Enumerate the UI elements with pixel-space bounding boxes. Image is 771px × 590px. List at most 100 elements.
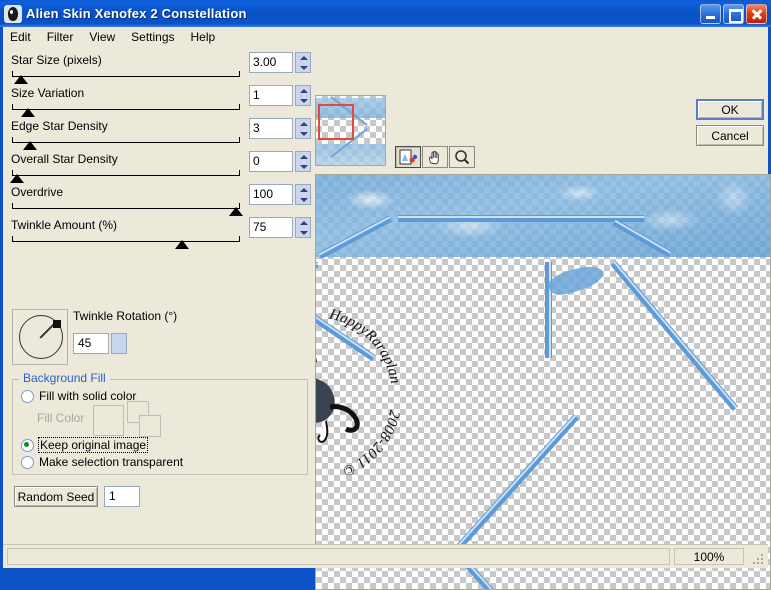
watermark-name-top: HappyRaraplan [327,306,404,384]
slider-track[interactable] [12,236,240,242]
slider-label: Overall Star Density [11,152,118,166]
radio-icon[interactable] [21,438,34,452]
title-bar: Alien Skin Xenofex 2 Constellation [0,0,771,27]
slider-thumb[interactable] [14,75,28,84]
status-bar: 100% [3,544,768,568]
fill-color-swatch-primary[interactable] [93,405,124,436]
alien-head-icon [4,4,22,23]
spinner-down-icon[interactable] [296,129,310,139]
minimize-button[interactable] [700,3,721,24]
menu-item-filter[interactable]: Filter [47,28,83,46]
fill-color-label: Fill Color [37,411,85,425]
window-title: Alien Skin Xenofex 2 Constellation [26,6,247,21]
fill-color-swatch-tertiary[interactable] [139,415,161,437]
zoom-magnifier-icon[interactable] [449,146,475,168]
slider-value-input[interactable]: 1 [249,85,293,106]
radio-label: Keep original image [37,437,149,453]
random-seed-button[interactable]: Random Seed [14,486,98,507]
cancel-button[interactable]: Cancel [696,125,764,146]
slider-spinner[interactable] [295,151,311,172]
slider-label: Star Size (pixels) [11,53,102,67]
slider-label: Size Variation [11,86,85,100]
spinner-down-icon[interactable] [296,228,310,238]
slider-spinner[interactable] [295,52,311,73]
radio-fill-with-solid-color[interactable]: Fill with solid color [21,389,136,403]
slider-spinner[interactable] [295,217,311,238]
slider-value-input[interactable]: 100 [249,184,293,205]
radio-label: Fill with solid color [39,389,137,403]
pan-hand-icon[interactable] [422,146,448,168]
close-button[interactable] [746,3,767,24]
slider-star-size: Star Size (pixels) 3.00 [3,52,313,86]
spinner-up-icon[interactable] [296,152,310,162]
background-fill-title: Background Fill [19,371,110,385]
menu-item-edit[interactable]: Edit [10,28,40,46]
slider-size-variation: Size Variation 1 [3,85,313,119]
spinner-up-icon[interactable] [296,119,310,129]
slider-thumb[interactable] [10,174,24,183]
radio-icon[interactable] [21,389,34,403]
maximize-icon [724,5,743,23]
slider-spinner[interactable] [295,184,311,205]
twinkle-rotation-spinner[interactable] [111,333,127,354]
radio-make-selection-transparent[interactable]: Make selection transparent [21,455,183,469]
twinkle-rotation-dial[interactable] [12,309,68,365]
close-icon [747,5,766,23]
slider-track[interactable] [12,170,240,176]
slider-value-input[interactable]: 3 [249,118,293,139]
minimize-icon [701,5,720,23]
maximize-button[interactable] [723,3,744,24]
slider-thumb[interactable] [23,141,37,150]
navigator-selection-rect[interactable] [318,104,354,140]
radio-icon[interactable] [21,455,34,469]
preview-compare-icon[interactable] [395,146,421,168]
svg-text:HappyRaraplan: HappyRaraplan [327,306,404,384]
slider-value-input[interactable]: 0 [249,151,293,172]
slider-value-input[interactable]: 3.00 [249,52,293,73]
menu-item-help[interactable]: Help [191,28,225,46]
resize-grip[interactable] [748,549,764,565]
menu-item-settings[interactable]: Settings [131,28,183,46]
slider-track[interactable] [12,203,240,209]
dial-handle[interactable] [53,320,61,328]
slider-twinkle-amount: Twinkle Amount (%) 75 [3,217,313,251]
slider-thumb[interactable] [21,108,35,117]
slider-label: Overdrive [11,185,64,199]
twinkle-rotation-input[interactable]: 45 [73,333,109,354]
spinner-up-icon[interactable] [296,53,310,63]
application-window: Alien Skin Xenofex 2 Constellation Edit … [0,0,771,590]
spinner-down-icon[interactable] [296,195,310,205]
slider-thumb[interactable] [175,240,189,249]
spinner-up-icon[interactable] [296,86,310,96]
menu-bar: Edit Filter View Settings Help [3,27,768,47]
watermark-years-bottom: 2008-2011 © [340,409,402,479]
slider-overall-star-density: Overall Star Density 0 [3,151,313,185]
slider-label: Twinkle Amount (%) [11,218,118,232]
slider-track[interactable] [12,104,240,110]
client-area: Star Size (pixels) 3.00 Size Variation 1… [3,47,771,590]
slider-thumb[interactable] [229,207,243,216]
image-preview[interactable]: © 2008-2011 HappyRaraplan 2008-2011 © Ha… [315,174,771,590]
ok-button[interactable]: OK [696,99,764,120]
slider-spinner[interactable] [295,85,311,106]
slider-label: Edge Star Density [11,119,108,133]
spinner-down-icon[interactable] [296,63,310,73]
menu-item-view[interactable]: View [89,28,124,46]
spinner-down-icon[interactable] [296,96,310,106]
slider-overdrive: Overdrive 100 [3,184,313,218]
slider-spinner[interactable] [295,118,311,139]
spinner-up-icon[interactable] [296,218,310,228]
spinner-down-icon[interactable] [296,162,310,172]
navigator-thumbnail[interactable] [315,95,386,166]
slider-edge-star-density: Edge Star Density 3 [3,118,313,152]
svg-text:2008-2011 ©: 2008-2011 © [340,409,402,479]
twinkle-rotation-label: Twinkle Rotation (°) [73,309,178,323]
slider-track[interactable] [12,71,240,77]
slider-value-input[interactable]: 75 [249,217,293,238]
slider-track[interactable] [12,137,240,143]
window-controls [700,3,771,24]
random-seed-input[interactable]: 1 [104,486,140,507]
preview-content: © 2008-2011 HappyRaraplan 2008-2011 © Ha… [316,175,770,589]
spinner-up-icon[interactable] [296,185,310,195]
radio-keep-original-image[interactable]: Keep original image [21,437,149,453]
